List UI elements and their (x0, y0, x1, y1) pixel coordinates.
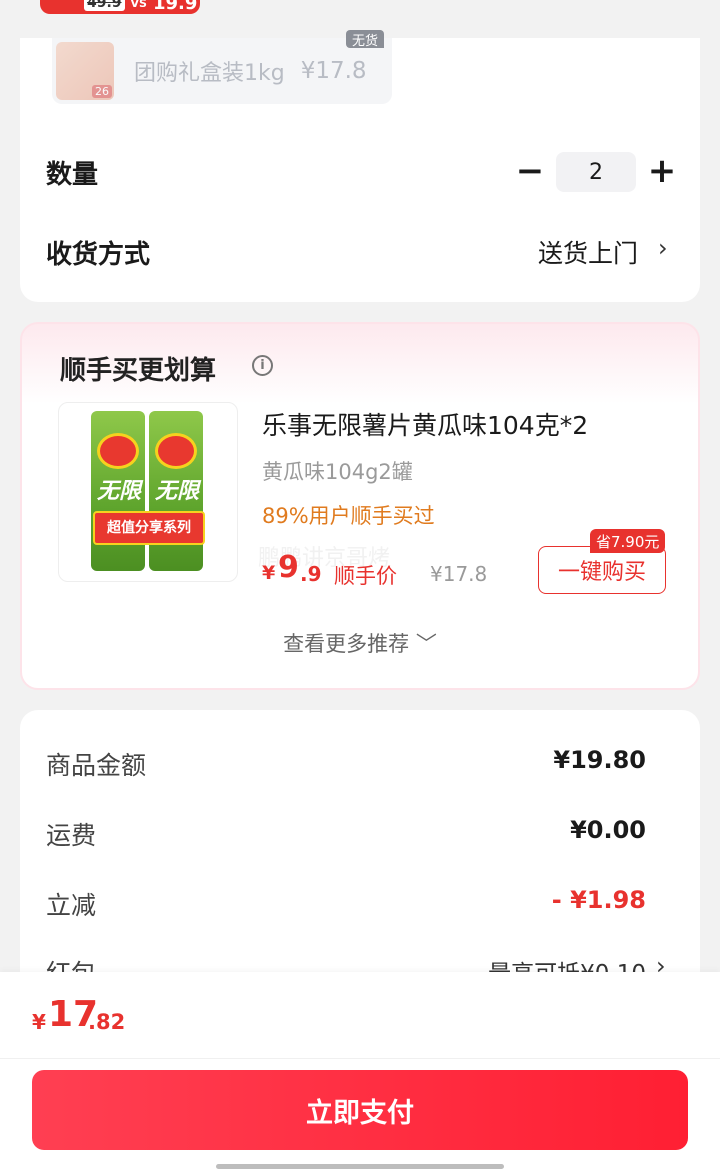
product-users-stat: 89%用户顺手买过 (262, 504, 435, 528)
variant-price: ¥17.8 (300, 58, 367, 84)
quantity-label: 数量 (46, 160, 99, 190)
recommend-card: 顺手买更划算 i 无限 无限 超值分享系列 乐事无限薯片黄瓜味104克*2 黄瓜… (20, 322, 700, 690)
product-name[interactable]: 乐事无限薯片黄瓜味104克*2 (262, 406, 588, 442)
total-currency: ¥ (32, 1010, 46, 1034)
price-decimal: .9 (300, 562, 322, 586)
variant-option[interactable]: 26 团购礼盒装1kg ¥17.8 (52, 38, 392, 104)
product-spec: 黄瓜味104g2罐 (262, 460, 413, 484)
banner-text: 超值分享系列 (107, 520, 191, 536)
promo-tag: 49.9 VS 19.9 (40, 0, 200, 14)
info-icon[interactable]: i (252, 355, 273, 376)
quantity-plus-button[interactable]: + (647, 151, 677, 191)
variant-name: 团购礼盒装1kg (134, 61, 285, 86)
variant-thumb-badge: 26 (92, 85, 112, 98)
recommend-title: 顺手买更划算 (60, 356, 217, 386)
product-banner: 超值分享系列 (93, 511, 205, 545)
quantity-minus-button[interactable]: − (515, 151, 545, 191)
summary-shipping-value: ¥0.00 (570, 816, 646, 844)
delivery-method-value[interactable]: 送货上门 (538, 234, 638, 270)
original-price: ¥17.8 (430, 562, 488, 586)
promo-vs: VS (130, 0, 147, 10)
checkout-bar: ¥ 17 .82 立即支付 (0, 972, 720, 1174)
divider (0, 1058, 720, 1059)
pay-now-button[interactable]: 立即支付 (32, 1070, 688, 1150)
delivery-label: 收货方式 (46, 240, 151, 270)
summary-goods-label: 商品金额 (46, 751, 147, 780)
summary-discount-label: 立减 (46, 891, 97, 920)
price-integer: 9 (278, 550, 299, 585)
summary-goods-value: ¥19.80 (553, 746, 646, 774)
can-text: 无限 (155, 479, 200, 504)
promo-new-price: 19.9 (152, 0, 198, 14)
summary-shipping-label: 运费 (46, 821, 97, 850)
order-options-card: 26 团购礼盒装1kg ¥17.8 无货 数量 − 2 + 收货方式 送货上门 … (20, 30, 700, 302)
out-of-stock-tag: 无货 (346, 30, 385, 49)
product-can-right: 无限 (149, 411, 203, 571)
home-indicator[interactable] (216, 1164, 504, 1169)
total-decimal: .82 (88, 1010, 126, 1034)
more-recommendations-link[interactable]: 查看更多推荐 ﹀ (22, 628, 698, 658)
save-amount-tag: 省7.90元 (590, 529, 666, 553)
summary-discount-value: - ¥1.98 (551, 886, 646, 914)
one-click-buy-button[interactable]: 一键购买 (538, 546, 666, 594)
product-image[interactable]: 无限 无限 超值分享系列 (58, 402, 238, 582)
promo-old-price: 49.9 (84, 0, 125, 11)
price-label: 顺手价 (334, 564, 397, 588)
lays-logo-icon (155, 433, 197, 469)
product-can-left: 无限 (91, 411, 145, 571)
chevron-right-icon[interactable]: › (658, 234, 668, 262)
variant-thumbnail: 26 (56, 42, 114, 100)
price-currency: ¥ (262, 562, 276, 584)
can-text: 无限 (97, 479, 142, 504)
lays-logo-icon (97, 433, 139, 469)
quantity-input[interactable]: 2 (556, 152, 636, 192)
